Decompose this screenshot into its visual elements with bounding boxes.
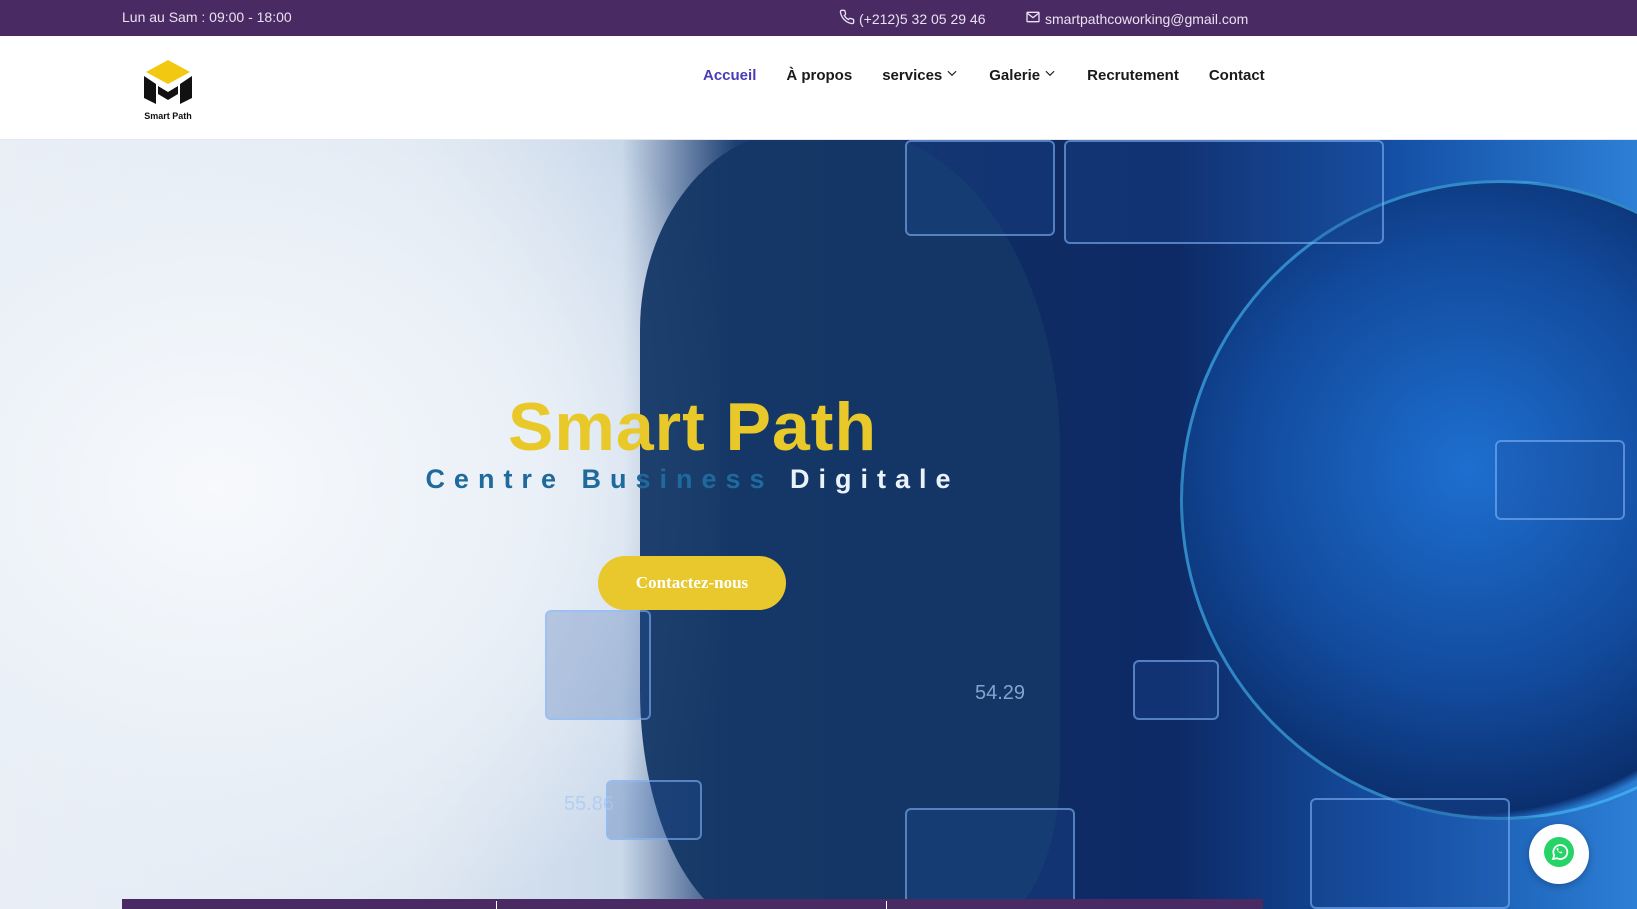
strip-divider	[886, 901, 887, 909]
hud-panel	[1310, 798, 1510, 909]
hero-banner: 55.86 54.29 Smart Path Centre Business D…	[0, 140, 1637, 909]
nav-label: Accueil	[703, 66, 757, 84]
nav-item-a-propos[interactable]: À propos	[786, 67, 852, 84]
strip-divider	[496, 901, 497, 909]
nav-label: À propos	[786, 66, 853, 84]
hud-panel	[905, 808, 1075, 909]
nav-label: services	[882, 66, 943, 84]
nav-item-services[interactable]: services	[882, 66, 959, 84]
hud-readout: 54.29	[975, 682, 1026, 704]
site-header: Smart Path Accueil À propos services Gal…	[0, 36, 1637, 140]
main-nav: Accueil À propos services Galerie Recrut…	[703, 66, 1295, 84]
email-address: smartpathcoworking@gmail.com	[1045, 10, 1249, 27]
opening-hours: Lun au Sam : 09:00 - 18:00	[122, 9, 292, 25]
logo-text: Smart Path	[144, 111, 192, 121]
person-silhouette	[640, 140, 1060, 909]
hero-subtitle-part1: Centre Business	[425, 464, 774, 494]
hero-title: Smart Path	[508, 389, 877, 465]
nav-label: Contact	[1208, 66, 1265, 84]
mail-icon	[1025, 9, 1041, 28]
hero-subtitle-part2: Digitale	[790, 464, 960, 494]
bottom-strip	[122, 899, 1263, 909]
site-logo[interactable]: Smart Path	[136, 58, 200, 124]
nav-item-recrutement[interactable]: Recrutement	[1087, 67, 1179, 84]
hud-panel	[1064, 140, 1384, 244]
whatsapp-button[interactable]	[1529, 824, 1589, 884]
phone-number: (+212)5 32 05 29 46	[859, 10, 986, 27]
chevron-down-icon	[945, 66, 959, 84]
hud-panel	[905, 140, 1055, 236]
hero-subtitle: Centre Business Digitale	[0, 464, 1385, 495]
nav-label: Recrutement	[1087, 66, 1179, 84]
phone-link[interactable]: (+212)5 32 05 29 46	[839, 9, 986, 28]
hud-panel	[606, 780, 702, 840]
nav-item-contact[interactable]: Contact	[1209, 67, 1265, 84]
whatsapp-icon	[1543, 836, 1575, 873]
contact-button[interactable]: Contactez-nous	[598, 556, 786, 610]
email-link[interactable]: smartpathcoworking@gmail.com	[1025, 9, 1248, 28]
nav-item-accueil[interactable]: Accueil	[703, 67, 756, 84]
hud-panel	[545, 610, 651, 720]
top-info-bar: Lun au Sam : 09:00 - 18:00 (+212)5 32 05…	[0, 0, 1637, 36]
phone-icon	[839, 9, 855, 28]
hud-panel	[1495, 440, 1625, 520]
nav-label: Galerie	[989, 66, 1041, 84]
hud-readout: 55.86	[564, 793, 615, 815]
nav-item-galerie[interactable]: Galerie	[989, 66, 1057, 84]
hud-panel	[1133, 660, 1219, 720]
chevron-down-icon	[1043, 66, 1057, 84]
